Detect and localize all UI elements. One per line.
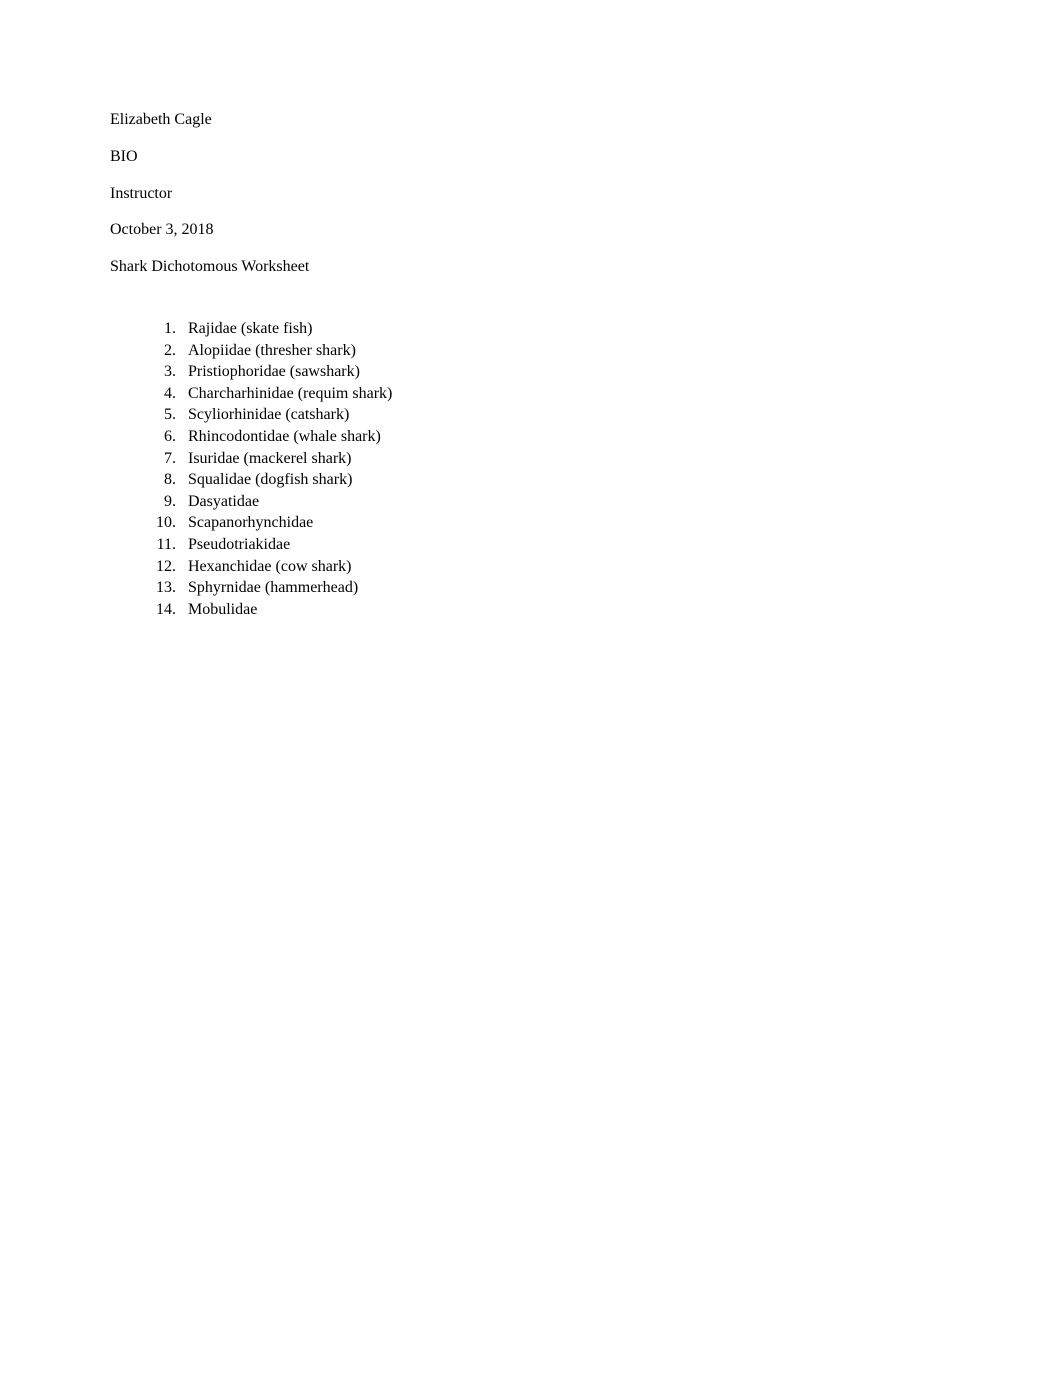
list-item: Sphyrnidae (hammerhead) bbox=[180, 577, 952, 599]
shark-list: Rajidae (skate fish) Alopiidae (thresher… bbox=[180, 318, 952, 620]
list-item: Squalidae (dogfish shark) bbox=[180, 469, 952, 491]
list-item: Scapanorhynchidae bbox=[180, 512, 952, 534]
list-item: Hexanchidae (cow shark) bbox=[180, 556, 952, 578]
list-item: Pristiophoridae (sawshark) bbox=[180, 361, 952, 383]
list-item: Mobulidae bbox=[180, 599, 952, 621]
list-item: Charcharhinidae (requim shark) bbox=[180, 383, 952, 405]
list-item: Isuridae (mackerel shark) bbox=[180, 448, 952, 470]
instructor-label: Instructor bbox=[110, 184, 952, 205]
list-item: Pseudotriakidae bbox=[180, 534, 952, 556]
list-item: Rajidae (skate fish) bbox=[180, 318, 952, 340]
document-date: October 3, 2018 bbox=[110, 220, 952, 241]
student-name: Elizabeth Cagle bbox=[110, 110, 952, 131]
list-item: Dasyatidae bbox=[180, 491, 952, 513]
list-item: Scyliorhinidae (catshark) bbox=[180, 404, 952, 426]
worksheet-title: Shark Dichotomous Worksheet bbox=[110, 257, 952, 278]
course-code: BIO bbox=[110, 147, 952, 168]
list-item: Alopiidae (thresher shark) bbox=[180, 340, 952, 362]
list-item: Rhincodontidae (whale shark) bbox=[180, 426, 952, 448]
